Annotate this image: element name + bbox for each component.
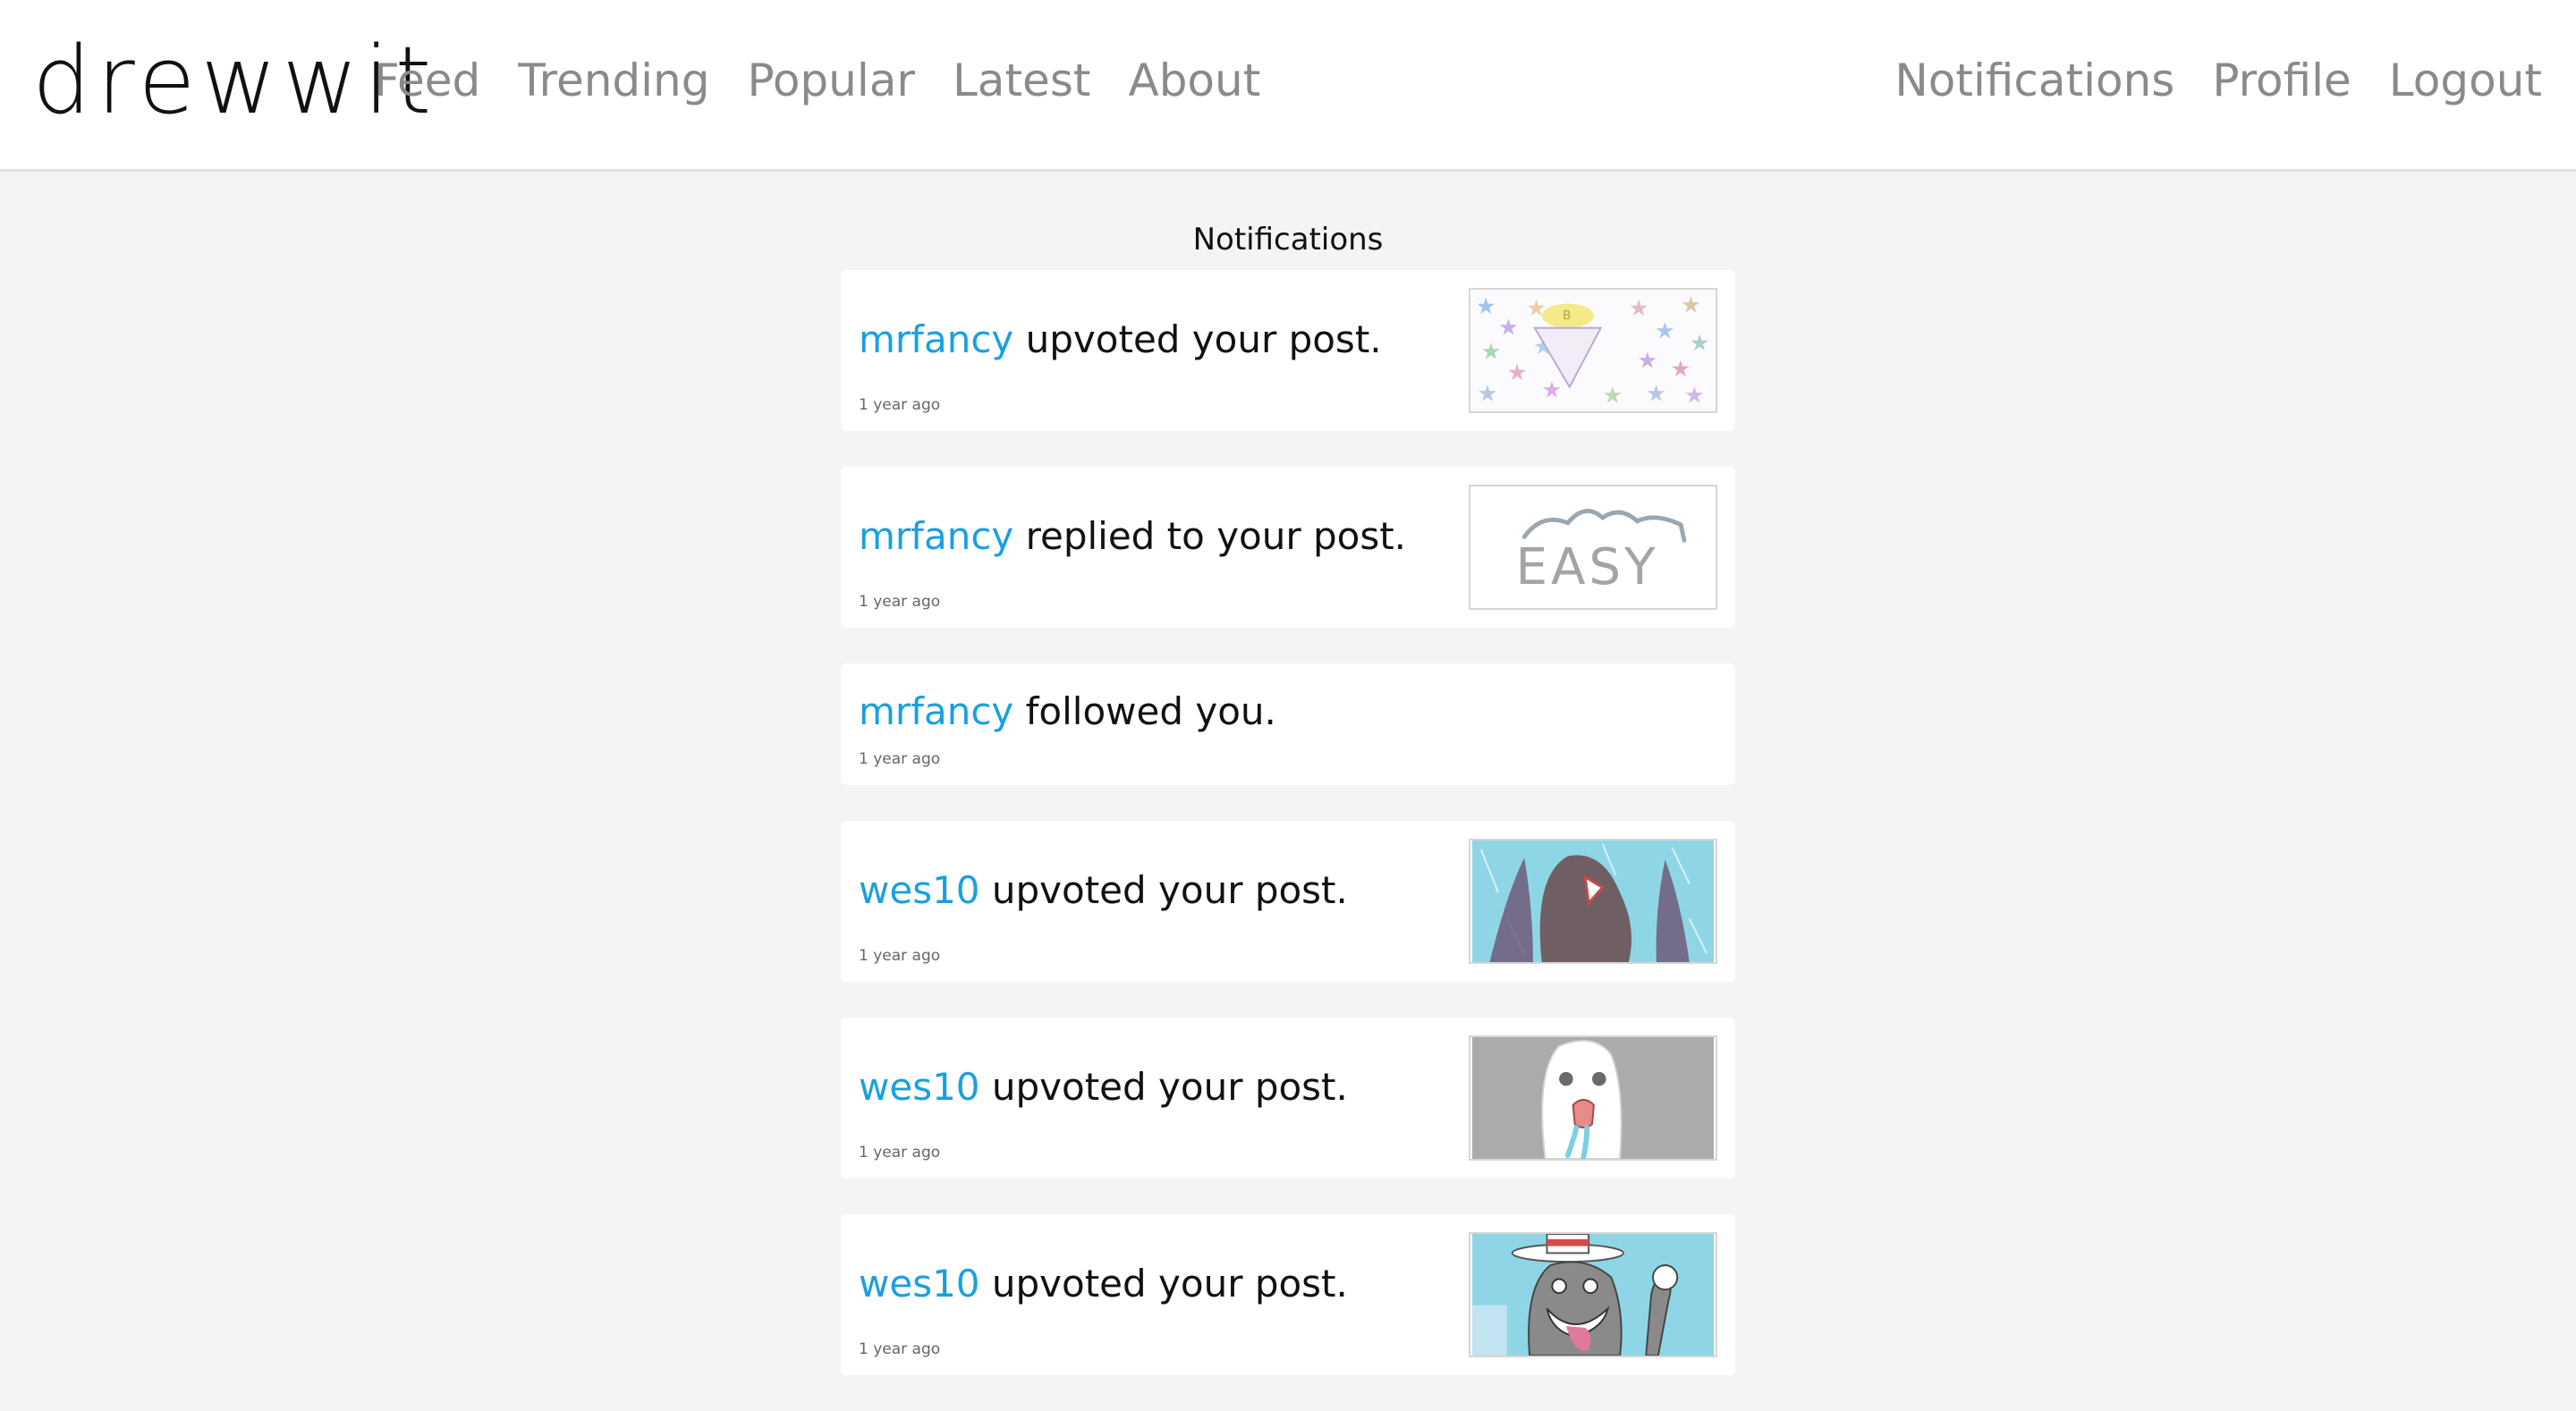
notification-time: 1 year ago: [859, 1340, 941, 1358]
top-navbar: drewwit Feed Trending Popular Latest Abo…: [0, 0, 2576, 172]
svg-text:★: ★: [1476, 293, 1496, 319]
notification-time: 1 year ago: [859, 947, 941, 965]
notification-action: upvoted your post.: [991, 868, 1348, 912]
easy-drawing-text: EASY: [1516, 538, 1659, 596]
notification-action: replied to your post.: [1025, 514, 1407, 558]
notification-username[interactable]: mrfancy: [859, 514, 1013, 558]
svg-text:★: ★: [1481, 339, 1502, 365]
svg-text:★: ★: [1638, 347, 1658, 373]
cat-in-hat-drawing: [1471, 1234, 1715, 1356]
easy-drawing: EASY: [1471, 486, 1715, 608]
notification-username[interactable]: mrfancy: [859, 689, 1013, 733]
notification-card[interactable]: mrfancy upvoted your post. 1 year ago ★ …: [841, 270, 1735, 431]
nav-feed[interactable]: Feed: [374, 52, 480, 109]
walrus-drawing: [1471, 841, 1715, 962]
svg-text:★: ★: [1646, 380, 1666, 406]
notification-action: upvoted your post.: [991, 1262, 1348, 1305]
notification-action: followed you.: [1025, 689, 1276, 733]
notification-text: mrfancy upvoted your post.: [859, 313, 1382, 367]
notification-text: wes10 upvoted your post.: [859, 1060, 1348, 1114]
svg-text:★: ★: [1629, 295, 1649, 321]
svg-text:★: ★: [1681, 291, 1701, 317]
nav-notifications[interactable]: Notifications: [1894, 52, 2174, 109]
nav-trending[interactable]: Trending: [518, 52, 709, 109]
notification-list: mrfancy upvoted your post. 1 year ago ★ …: [841, 270, 1735, 1411]
post-thumbnail[interactable]: ★ ★ ★ ★ ★ ★ ★ ★ ★ ★ ★ ★ ★ ★ ★ ★ ★ B: [1469, 288, 1717, 413]
notification-card[interactable]: wes10 upvoted your post. 1 year ago: [841, 1214, 1735, 1375]
notification-time: 1 year ago: [859, 593, 941, 611]
nav-profile[interactable]: Profile: [2212, 52, 2351, 109]
svg-text:★: ★: [1690, 330, 1710, 356]
notification-username[interactable]: wes10: [859, 1262, 980, 1305]
notification-time: 1 year ago: [859, 1144, 941, 1162]
notification-text: wes10 upvoted your post.: [859, 1257, 1348, 1311]
nav-popular[interactable]: Popular: [747, 52, 914, 109]
svg-text:★: ★: [1655, 317, 1675, 343]
notification-text: mrfancy replied to your post.: [859, 510, 1406, 563]
svg-text:B: B: [1563, 308, 1571, 323]
nav-latest[interactable]: Latest: [953, 52, 1091, 109]
notification-card[interactable]: wes10 upvoted your post. 1 year ago: [841, 821, 1735, 982]
svg-text:★: ★: [1603, 382, 1623, 408]
notification-time: 1 year ago: [859, 750, 941, 768]
ghost-face-drawing: [1471, 1037, 1715, 1159]
page-title: Notifications: [1192, 222, 1384, 258]
nav-about[interactable]: About: [1128, 52, 1260, 109]
nav-logout[interactable]: Logout: [2389, 52, 2542, 109]
notification-username[interactable]: wes10: [859, 1065, 980, 1109]
notification-username[interactable]: wes10: [859, 868, 980, 912]
post-thumbnail[interactable]: EASY: [1469, 485, 1717, 610]
svg-text:★: ★: [1498, 315, 1519, 341]
notification-action: upvoted your post.: [991, 1065, 1348, 1109]
nav-right: Notifications Profile Logout: [1894, 52, 2542, 109]
svg-text:★: ★: [1478, 380, 1498, 406]
svg-text:★: ★: [1542, 376, 1563, 402]
notification-time: 1 year ago: [859, 396, 941, 414]
notification-text: wes10 upvoted your post.: [859, 864, 1348, 917]
notification-action: upvoted your post.: [1025, 317, 1382, 361]
notification-text: mrfancy followed you.: [859, 685, 1276, 739]
notification-card[interactable]: mrfancy followed you. 1 year ago: [841, 663, 1735, 785]
svg-text:★: ★: [1507, 359, 1528, 385]
nav-left: Feed Trending Popular Latest About: [374, 52, 1260, 109]
notification-username[interactable]: mrfancy: [859, 317, 1013, 361]
stars-cone-drawing: ★ ★ ★ ★ ★ ★ ★ ★ ★ ★ ★ ★ ★ ★ ★ ★ ★ B: [1471, 290, 1715, 411]
post-thumbnail[interactable]: [1469, 1035, 1717, 1161]
post-thumbnail[interactable]: [1469, 839, 1717, 964]
post-thumbnail[interactable]: [1469, 1232, 1717, 1357]
svg-text:★: ★: [1670, 356, 1690, 382]
notification-card[interactable]: wes10 upvoted your post. 1 year ago: [841, 1018, 1735, 1179]
svg-text:★: ★: [1684, 382, 1705, 408]
notification-card[interactable]: mrfancy replied to your post. 1 year ago…: [841, 467, 1735, 628]
